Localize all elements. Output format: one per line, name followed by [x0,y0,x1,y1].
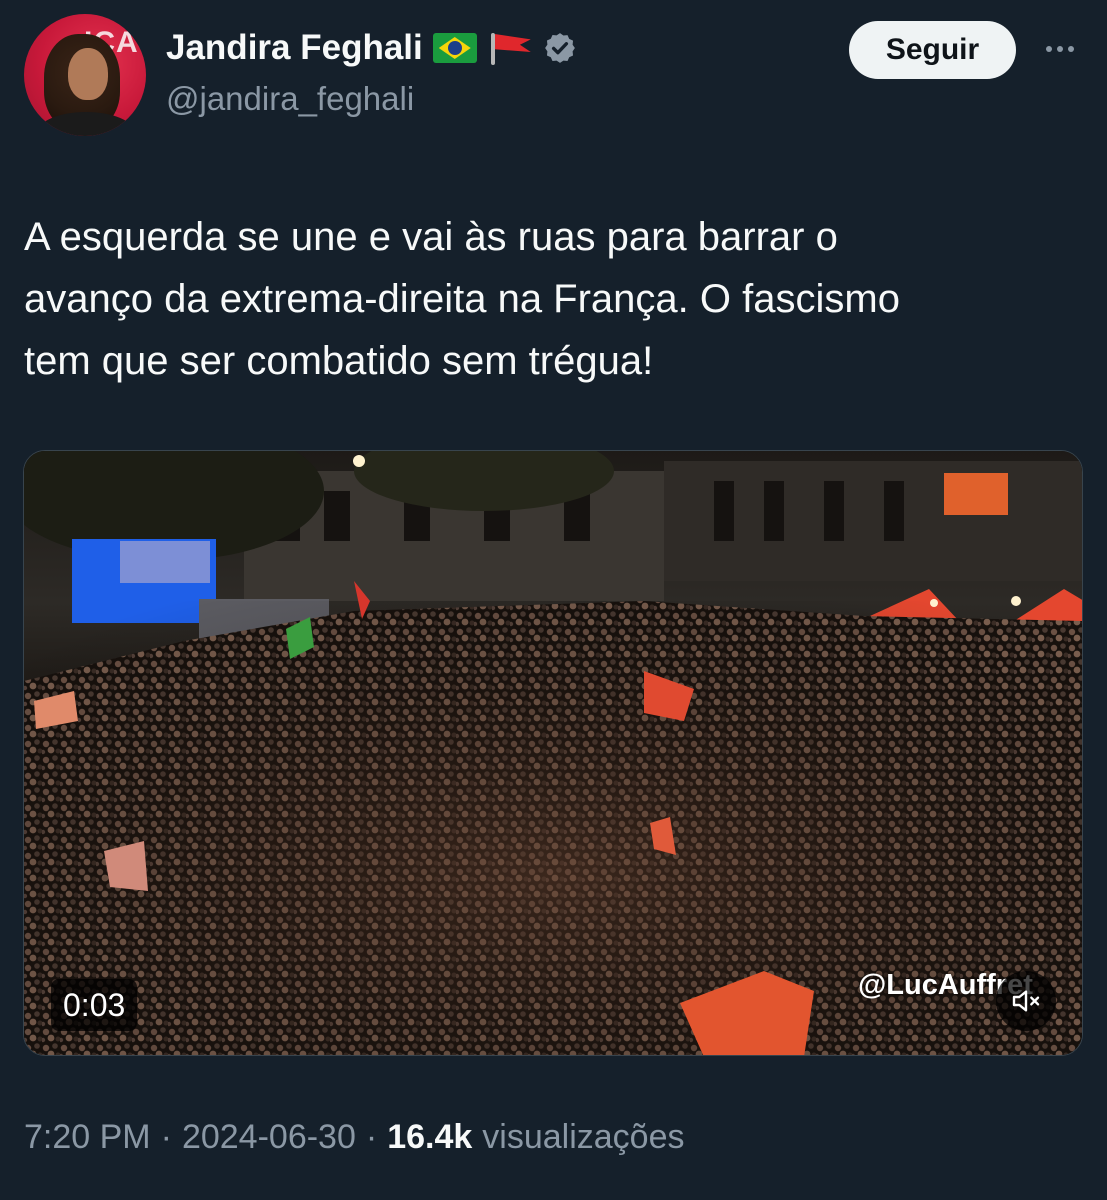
meta-separator: · [365,1118,378,1156]
tweet: ICA Jandira Feghali @jandira_feghali Seg… [0,0,1107,1200]
more-icon[interactable] [1040,34,1080,64]
views-label: visualizações [482,1118,685,1156]
tweet-text-line: avanço da extrema-direita na França. O f… [24,277,900,321]
tweet-meta: 7:20 PM · 2024-06-30 · 16.4k visualizaçõ… [24,1118,685,1157]
author-display-name[interactable]: Jandira Feghali [166,28,423,68]
avatar-face [68,48,108,100]
views-count: 16.4k [387,1118,473,1156]
brazil-flag-icon [432,33,477,63]
follow-button[interactable]: Seguir [849,21,1016,79]
speaker-muted-icon[interactable] [996,971,1056,1031]
tweet-time[interactable]: 7:20 PM [24,1118,151,1157]
video-duration: 0:03 [51,979,138,1031]
author-name-row: Jandira Feghali [166,28,577,68]
red-flag-icon [487,31,533,65]
video-thumbnail [24,451,1082,1055]
tweet-text-line: tem que ser combatido sem trégua! [24,339,654,383]
meta-separator: · [160,1118,172,1156]
author-handle[interactable]: @jandira_feghali [166,80,414,118]
video-player[interactable]: 0:03 @LucAuffret [23,450,1083,1056]
tweet-text-line: A esquerda se une e vai às ruas para bar… [24,215,838,259]
verified-badge-icon[interactable] [543,31,577,65]
avatar[interactable]: ICA [24,14,146,136]
tweet-text: A esquerda se une e vai às ruas para bar… [24,206,1074,392]
tweet-date[interactable]: 2024-06-30 [182,1118,356,1157]
